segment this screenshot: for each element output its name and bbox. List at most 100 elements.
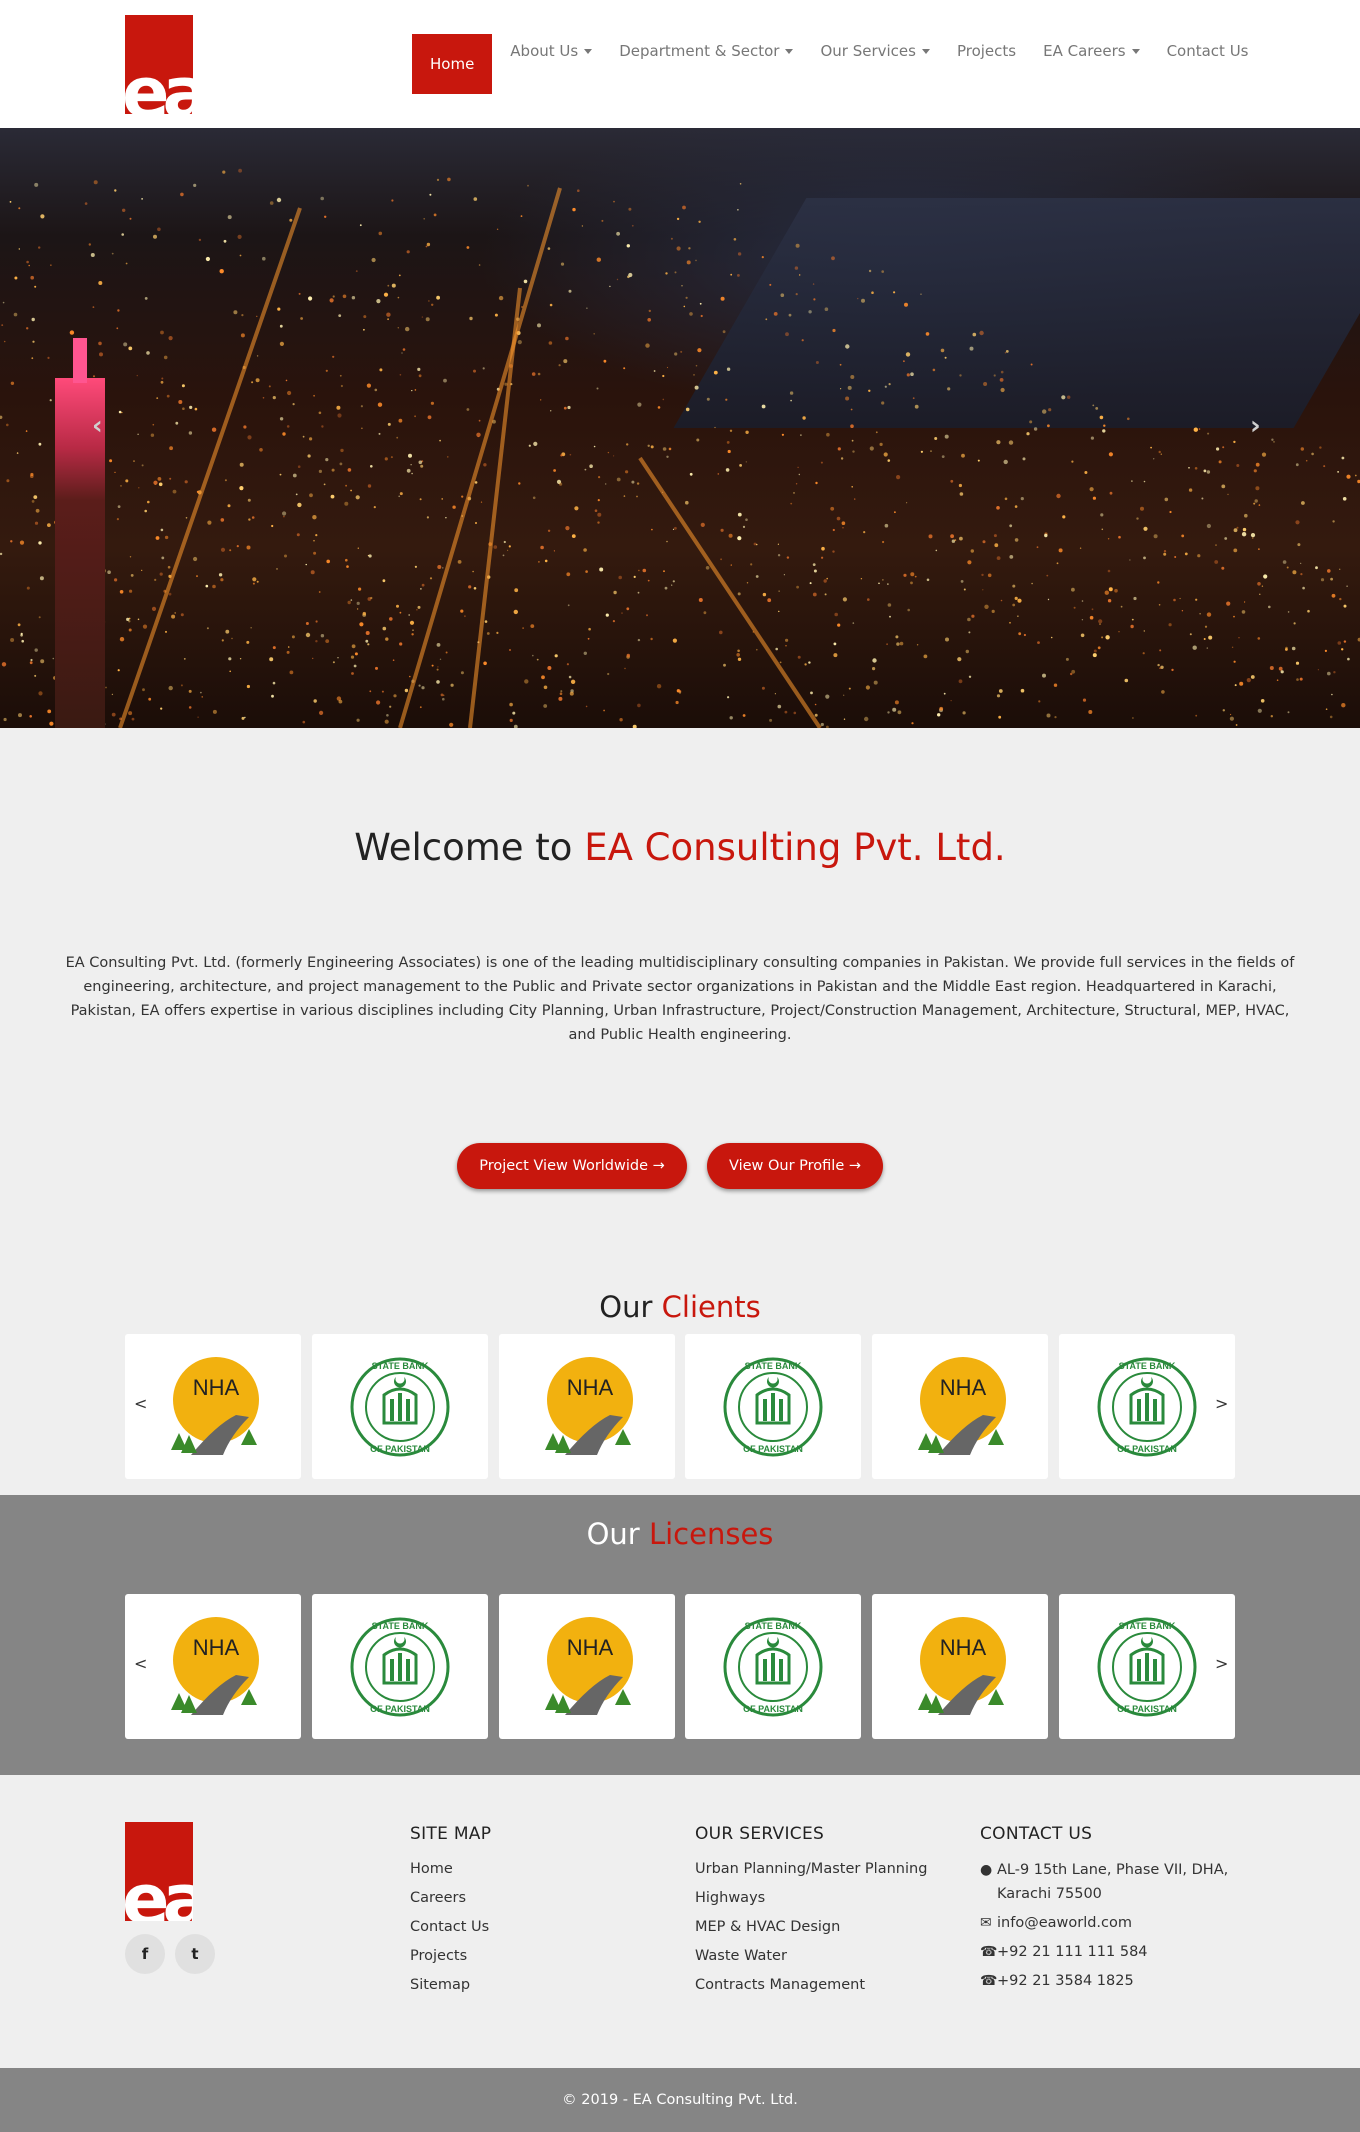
licenses-heading: Our Licenses xyxy=(0,1517,1360,1551)
welcome-heading-prefix: Welcome to xyxy=(354,826,585,869)
nav-about-label: About Us xyxy=(510,42,579,60)
license-logo-card[interactable]: NHA xyxy=(125,1594,301,1739)
nav-services-label: Our Services xyxy=(820,42,916,60)
chevron-down-icon xyxy=(1131,48,1140,54)
project-view-worldwide-button[interactable]: Project View Worldwide → xyxy=(457,1143,687,1189)
nha-logo-icon: NHA xyxy=(171,1616,259,1715)
svg-text:NHA: NHA xyxy=(567,1375,614,1400)
state-bank-logo-icon: STATE BANK OF PAKISTAN xyxy=(723,1617,823,1716)
footer-ea-logo[interactable]: ea xyxy=(125,1822,193,1921)
nav-projects[interactable]: Projects xyxy=(957,21,1016,81)
clients-heading-prefix: Our xyxy=(599,1290,662,1324)
nha-logo-icon: NHA xyxy=(545,1356,633,1455)
contact-phone-2[interactable]: ☎ +92 21 3584 1825 xyxy=(980,1969,1250,1993)
hero-slider: ‹ › xyxy=(0,128,1360,728)
licenses-heading-prefix: Our xyxy=(586,1517,649,1551)
footer-service-urban-planning[interactable]: Urban Planning/Master Planning xyxy=(695,1858,927,1887)
twitter-icon[interactable]: t xyxy=(175,1934,215,1974)
copyright-text: © 2019 - EA Consulting Pvt. Ltd. xyxy=(562,2092,798,2108)
svg-text:OF PAKISTAN: OF PAKISTAN xyxy=(743,1704,803,1714)
svg-text:STATE BANK: STATE BANK xyxy=(745,1361,802,1371)
license-logo-card[interactable]: STATE BANK OF PAKISTAN xyxy=(312,1594,488,1739)
state-bank-logo-icon: STATE BANK OF PAKISTAN xyxy=(350,1617,450,1716)
view-our-profile-button[interactable]: View Our Profile → xyxy=(707,1143,883,1189)
client-logo-card[interactable]: STATE BANK OF PAKISTAN xyxy=(685,1334,861,1479)
chevron-down-icon xyxy=(584,48,593,54)
nav-contact-us[interactable]: Contact Us xyxy=(1167,21,1249,81)
nha-logo-icon: NHA xyxy=(918,1616,1006,1715)
svg-text:NHA: NHA xyxy=(940,1635,987,1660)
clients-heading: Our Clients xyxy=(0,1290,1360,1324)
svg-text:STATE BANK: STATE BANK xyxy=(745,1621,802,1631)
footer-link-projects[interactable]: Projects xyxy=(410,1945,491,1974)
phone-icon: ☎ xyxy=(980,1944,998,1960)
footer-service-contracts[interactable]: Contracts Management xyxy=(695,1974,927,2003)
licenses-carousel: < > NHA STATE BANK OF PAKISTAN NHA STATE BAN… xyxy=(125,1594,1235,1739)
hero-prev-arrow[interactable]: ‹ xyxy=(92,411,103,441)
contact-address: ● AL-9 15th Lane, Phase VII, DHA, Karachi… xyxy=(980,1858,1250,1906)
footer-contact: CONTACT US ● AL-9 15th Lane, Phase VII, D… xyxy=(980,1824,1250,1998)
nav-home[interactable]: Home xyxy=(412,34,493,94)
footer-link-careers[interactable]: Careers xyxy=(410,1887,491,1916)
contact-phone-1[interactable]: ☎ +92 21 111 111 584 xyxy=(980,1940,1250,1964)
licenses-next-arrow[interactable]: > xyxy=(1215,1654,1228,1673)
nav-ea-careers[interactable]: EA Careers xyxy=(1043,21,1140,81)
footer-service-highways[interactable]: Highways xyxy=(695,1887,927,1916)
address-text: AL-9 15th Lane, Phase VII, DHA, Karachi … xyxy=(997,1862,1229,1902)
city-lights-image xyxy=(0,168,1360,728)
licenses-heading-highlight: Licenses xyxy=(648,1517,774,1551)
main-menu: Home About Us Department & Sector Our Se… xyxy=(412,34,1275,94)
ea-logo[interactable]: ea xyxy=(125,15,193,114)
clients-prev-arrow[interactable]: < xyxy=(134,1394,147,1413)
nav-projects-label: Projects xyxy=(956,42,1017,60)
license-logo-card[interactable]: NHA xyxy=(872,1594,1048,1739)
footer-service-waste-water[interactable]: Waste Water xyxy=(695,1945,927,1974)
svg-text:OF PAKISTAN: OF PAKISTAN xyxy=(370,1704,430,1714)
nav-about-us[interactable]: About Us xyxy=(510,21,593,81)
footer-service-mep-hvac[interactable]: MEP & HVAC Design xyxy=(695,1916,927,1945)
map-marker-icon: ● xyxy=(980,1862,993,1878)
client-logo-card[interactable]: NHA xyxy=(125,1334,301,1479)
chevron-down-icon xyxy=(921,48,930,54)
contact-email[interactable]: ✉ info@eaworld.com xyxy=(980,1911,1250,1935)
license-logo-card[interactable]: STATE BANK OF PAKISTAN xyxy=(1059,1594,1235,1739)
nha-logo-icon: NHA xyxy=(918,1356,1006,1455)
svg-text:STATE BANK: STATE BANK xyxy=(372,1361,429,1371)
client-logo-card[interactable]: STATE BANK OF PAKISTAN xyxy=(312,1334,488,1479)
nav-our-services[interactable]: Our Services xyxy=(820,21,930,81)
state-bank-logo-icon: STATE BANK OF PAKISTAN xyxy=(723,1357,823,1456)
nav-department-sector[interactable]: Department & Sector xyxy=(619,21,794,81)
svg-text:STATE BANK: STATE BANK xyxy=(372,1621,429,1631)
contact-heading: CONTACT US xyxy=(980,1824,1093,1844)
email-text: info@eaworld.com xyxy=(997,1915,1133,1931)
svg-text:NHA: NHA xyxy=(567,1635,614,1660)
state-bank-logo-icon: STATE BANK OF PAKISTAN xyxy=(1097,1617,1197,1716)
nha-logo-icon: NHA xyxy=(171,1356,259,1455)
svg-text:STATE BANK: STATE BANK xyxy=(1119,1621,1176,1631)
license-logo-card[interactable]: NHA xyxy=(499,1594,675,1739)
svg-text:NHA: NHA xyxy=(940,1375,987,1400)
license-logo-card[interactable]: STATE BANK OF PAKISTAN xyxy=(685,1594,861,1739)
footer-link-sitemap[interactable]: Sitemap xyxy=(410,1974,491,2003)
footer-link-contact-us[interactable]: Contact Us xyxy=(410,1916,491,1945)
svg-text:OF PAKISTAN: OF PAKISTAN xyxy=(370,1444,430,1454)
svg-text:OF PAKISTAN: OF PAKISTAN xyxy=(1117,1704,1177,1714)
top-navbar: ea Home About Us Department & Sector Our… xyxy=(0,0,1360,128)
clients-next-arrow[interactable]: > xyxy=(1215,1394,1228,1413)
svg-text:STATE BANK: STATE BANK xyxy=(1119,1361,1176,1371)
footer-link-home[interactable]: Home xyxy=(410,1858,491,1887)
facebook-icon[interactable]: f xyxy=(125,1934,165,1974)
nha-logo-icon: NHA xyxy=(545,1616,633,1715)
svg-text:NHA: NHA xyxy=(193,1635,240,1660)
svg-text:OF PAKISTAN: OF PAKISTAN xyxy=(1117,1444,1177,1454)
sitemap-heading: SITE MAP xyxy=(410,1824,492,1844)
state-bank-logo-icon: STATE BANK OF PAKISTAN xyxy=(350,1357,450,1456)
client-logo-card[interactable]: NHA xyxy=(872,1334,1048,1479)
welcome-heading: Welcome to EA Consulting Pvt. Ltd. xyxy=(0,826,1360,869)
client-logo-card[interactable]: NHA xyxy=(499,1334,675,1479)
licenses-prev-arrow[interactable]: < xyxy=(134,1654,147,1673)
hero-next-arrow[interactable]: › xyxy=(1250,411,1261,441)
client-logo-card[interactable]: STATE BANK OF PAKISTAN xyxy=(1059,1334,1235,1479)
svg-text:NHA: NHA xyxy=(193,1375,240,1400)
chevron-down-icon xyxy=(785,48,794,54)
